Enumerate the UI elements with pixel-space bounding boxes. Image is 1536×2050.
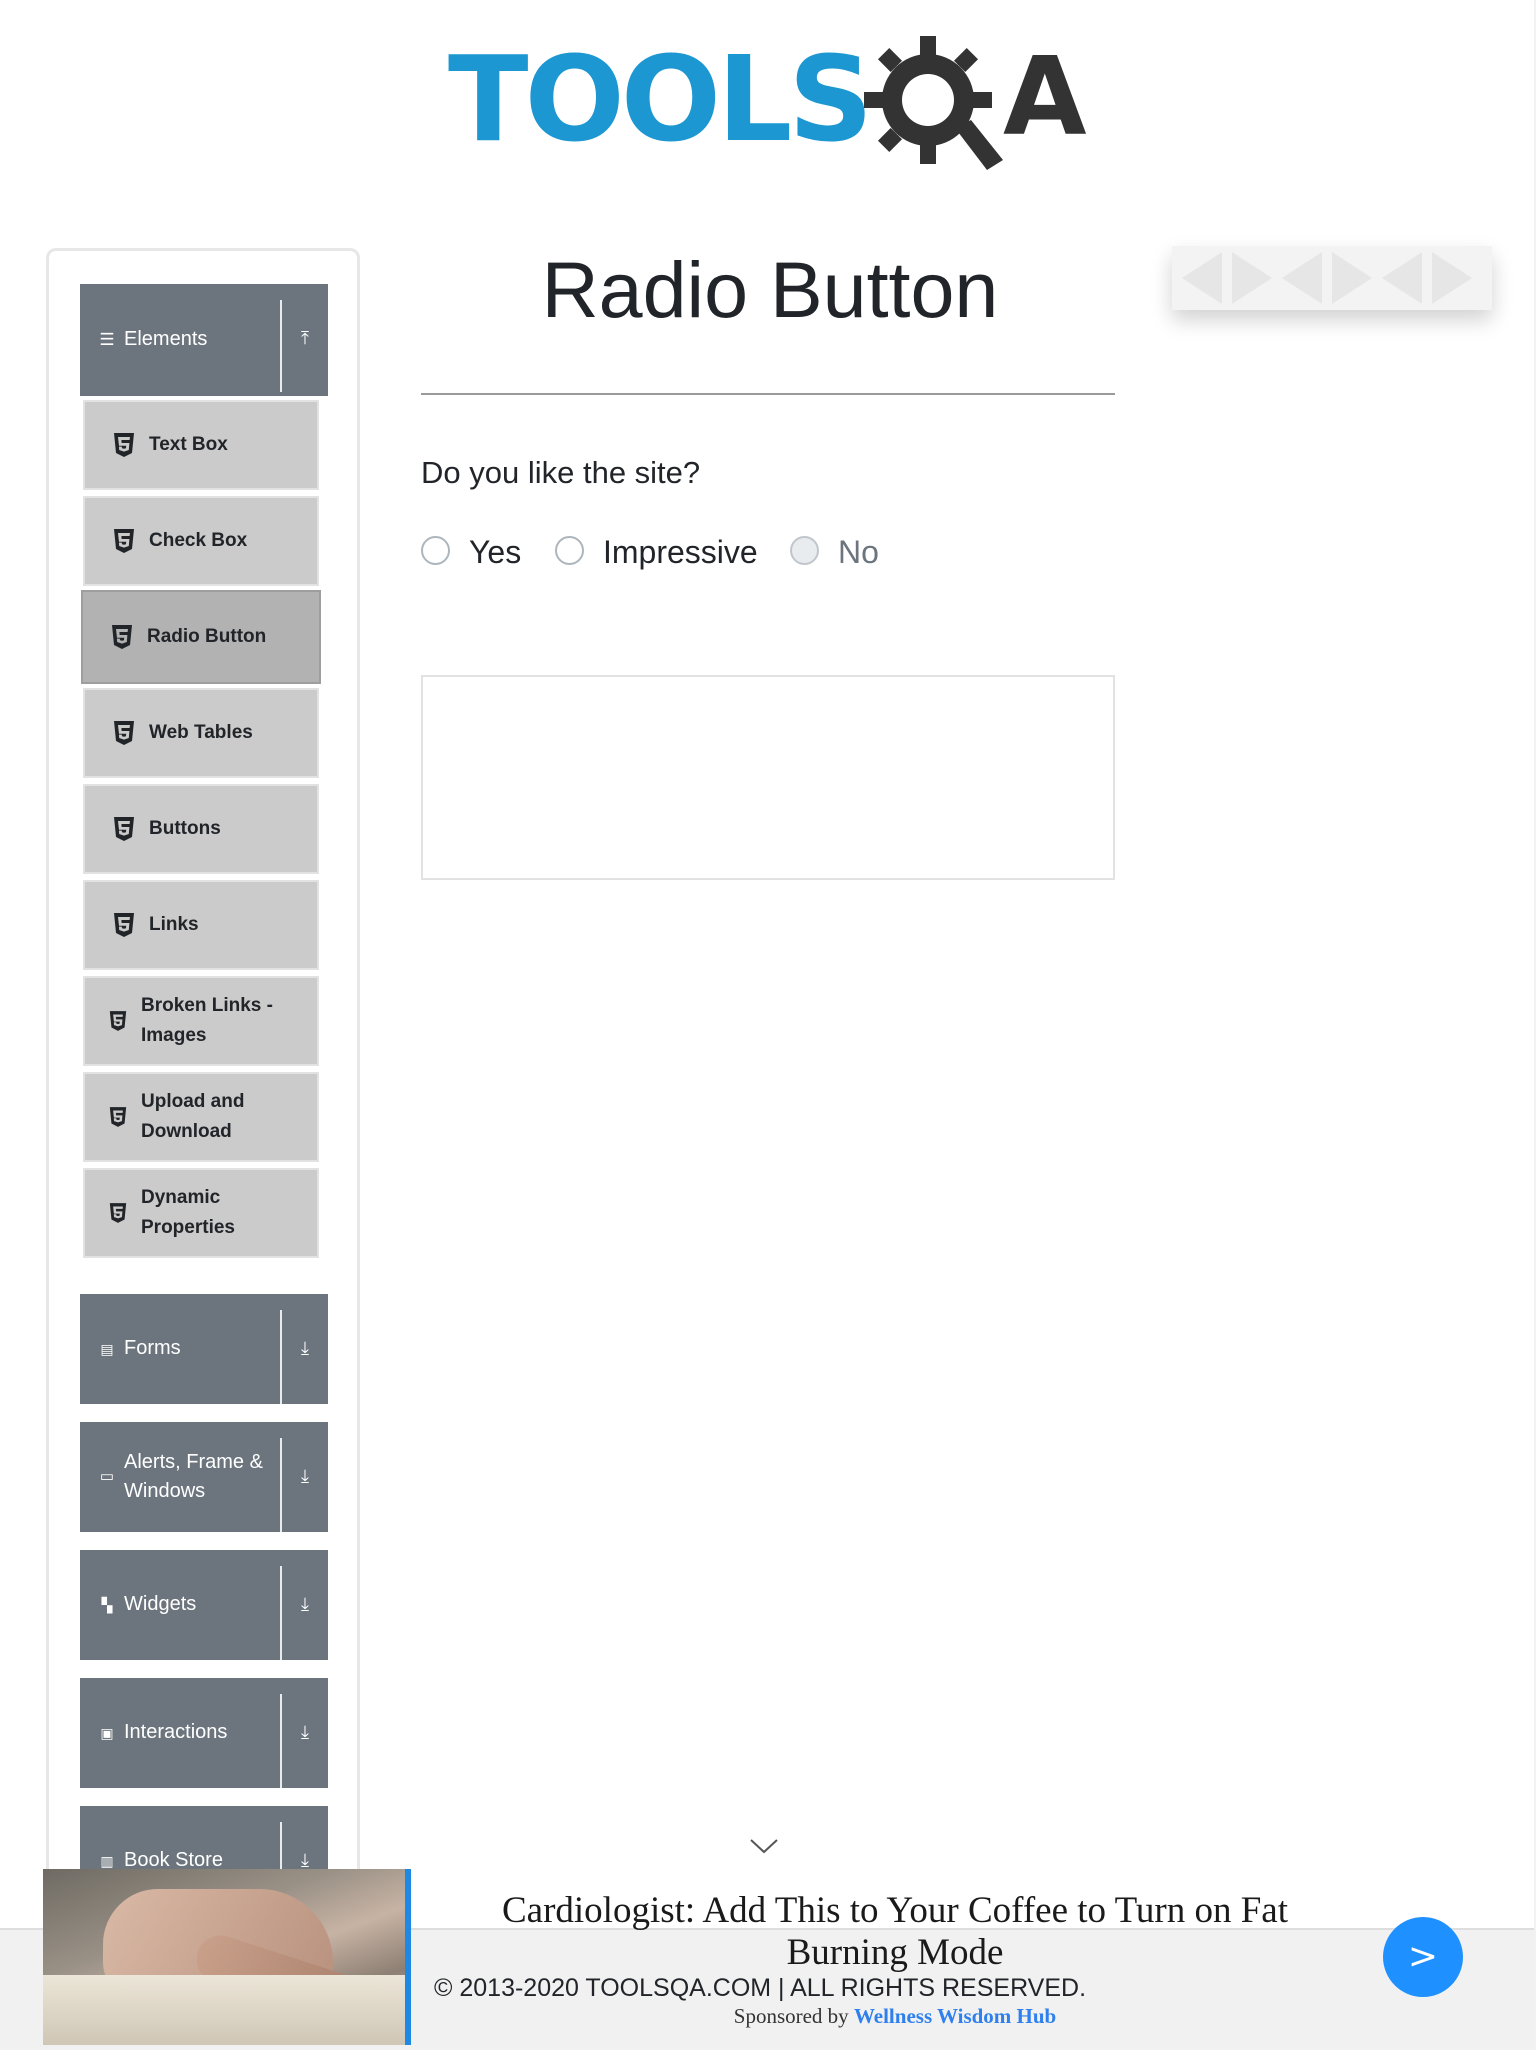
question-text: Do you like the site? (421, 455, 701, 490)
html5-icon (114, 721, 134, 745)
widgets-icon: ▚ (101, 1597, 113, 1613)
document-icon: ▤ (100, 1341, 114, 1357)
group-label: Elements (124, 328, 208, 350)
expand-arrow-down-icon[interactable]: ⤓ (290, 1722, 320, 1743)
radio-label: No (838, 534, 879, 570)
sidebar-item-label: Buttons (149, 818, 221, 839)
divider (280, 1566, 282, 1660)
html5-icon (109, 1011, 127, 1031)
html5-icon (114, 529, 134, 553)
html5-icon (109, 1107, 127, 1127)
logo-text-a: A (1003, 35, 1087, 160)
divider (280, 1694, 282, 1788)
page-title: Radio Button (541, 245, 999, 334)
books-icon: ▥ (100, 1853, 114, 1869)
group-header-elements[interactable]: ☰ Elements ⤒ (80, 284, 328, 396)
group-label: Forms (124, 1337, 181, 1359)
html5-icon (114, 817, 134, 841)
html5-icon (112, 625, 132, 649)
sidebar-item-check-box[interactable]: Check Box (83, 496, 319, 586)
ad-sponsor-name[interactable]: Wellness Wisdom Hub (854, 2004, 1056, 2028)
hamburger-icon: ☰ (99, 330, 115, 349)
sidebar-item-dynamic-properties[interactable]: Dynamic Properties (83, 1168, 319, 1258)
group-label: Interactions (124, 1721, 228, 1743)
expand-arrow-down-icon[interactable]: ⤓ (290, 1850, 320, 1871)
sidebar-item-label: Text Box (149, 434, 228, 455)
toolsqa-logo[interactable]: TOOLS A (448, 30, 1098, 180)
sidebar-item-broken-links-images[interactable]: Broken Links - Images (83, 976, 319, 1066)
expand-arrow-down-icon[interactable]: ⤓ (290, 1594, 320, 1615)
ad-headline[interactable]: Cardiologist: Add This to Your Coffee to… (440, 1890, 1350, 1974)
html5-icon (114, 913, 134, 937)
sidebar-item-label: Radio Button (147, 626, 267, 647)
sidebar-item-label: Links (149, 914, 199, 935)
ad-accent-bar (405, 1869, 411, 2045)
ad-sponsor-line[interactable]: Sponsored by Wellness Wisdom Hub (440, 2004, 1350, 2029)
sidebar-item-label: Web Tables (149, 722, 253, 743)
gear-magnifier-icon (864, 36, 1003, 170)
html5-icon (114, 433, 134, 457)
logo-text-tools: TOOLS (448, 30, 873, 168)
title-divider (421, 393, 1115, 395)
ad-go-button[interactable]: > (1383, 1917, 1463, 1997)
radio-label[interactable]: Impressive (603, 534, 758, 570)
group-header-forms[interactable]: ▤ Forms ⤓ (80, 1294, 328, 1404)
sidebar-item-buttons[interactable]: Buttons (83, 784, 319, 874)
result-box (421, 675, 1115, 880)
group-header-widgets[interactable]: ▚ Widgets ⤓ (80, 1550, 328, 1660)
group-header-interactions[interactable]: ▣ Interactions ⤓ (80, 1678, 328, 1788)
ad-sponsored-prefix: Sponsored by (733, 2004, 849, 2028)
sidebar-item-label: Dynamic Properties (141, 1187, 235, 1238)
footer-copyright: © 2013-2020 TOOLSQA.COM | ALL RIGHTS RES… (434, 1974, 1087, 2002)
radio-circle[interactable] (555, 536, 584, 565)
divider (280, 1438, 282, 1532)
group-label: Alerts, Frame & Windows (124, 1451, 263, 1502)
expand-arrow-down-icon[interactable]: ⤓ (290, 1466, 320, 1487)
sidebar-item-radio-button[interactable]: Radio Button (81, 590, 321, 684)
radio-label[interactable]: Yes (469, 534, 521, 570)
ad-image-couch (43, 1975, 407, 2045)
window-icon: ▭ (99, 1468, 115, 1485)
group-label: Widgets (124, 1593, 197, 1615)
html5-icon (109, 1203, 127, 1223)
divider (280, 300, 282, 392)
ad-pattern-graphic (1182, 252, 1472, 304)
sidebar-item-label: Broken Links - Images (141, 995, 273, 1046)
sidebar-item-text-box[interactable]: Text Box (83, 400, 319, 490)
ad-image[interactable] (43, 1869, 407, 2045)
radio-circle (790, 536, 819, 565)
sidebar-item-upload-and-download[interactable]: Upload and Download (83, 1072, 319, 1162)
chevron-down-icon[interactable] (748, 1836, 780, 1856)
interaction-icon: ▣ (100, 1725, 114, 1741)
radio-circle[interactable] (421, 536, 450, 565)
sidebar-item-label: Upload and Download (141, 1091, 245, 1142)
sidebar-item-links[interactable]: Links (83, 880, 319, 970)
group-header-alerts-frame-windows[interactable]: ▭ Alerts, Frame & Windows ⤓ (80, 1422, 328, 1532)
collapse-arrow-up-icon[interactable]: ⤒ (290, 328, 320, 349)
top-banner-ad[interactable] (1172, 246, 1492, 310)
expand-arrow-down-icon[interactable]: ⤓ (290, 1338, 320, 1359)
sidebar-item-web-tables[interactable]: Web Tables (83, 688, 319, 778)
sidebar-item-label: Check Box (149, 530, 248, 551)
divider (280, 1310, 282, 1404)
